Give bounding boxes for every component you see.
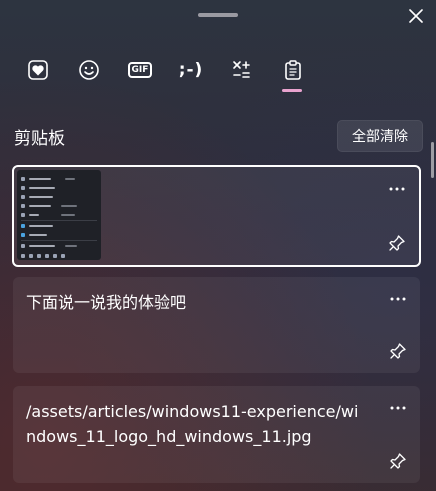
scrollbar[interactable] bbox=[431, 142, 434, 178]
more-icon bbox=[390, 297, 406, 301]
close-button[interactable] bbox=[404, 4, 428, 28]
tab-clipboard[interactable] bbox=[275, 52, 311, 88]
more-icon bbox=[389, 187, 405, 191]
tab-symbols[interactable] bbox=[224, 52, 260, 88]
pin-icon bbox=[390, 343, 406, 359]
pin-icon bbox=[390, 453, 406, 469]
kaomoji-icon: ;-) bbox=[178, 60, 204, 80]
more-options-button[interactable] bbox=[386, 289, 410, 309]
clipboard-item-text-content: /assets/articles/windows11-experience/wi… bbox=[26, 402, 359, 446]
tab-gif[interactable]: GIF bbox=[122, 52, 158, 88]
drag-handle[interactable] bbox=[198, 13, 238, 17]
tab-emoji[interactable] bbox=[71, 52, 107, 88]
close-icon bbox=[409, 9, 423, 23]
more-icon bbox=[390, 406, 406, 410]
pin-button[interactable] bbox=[386, 449, 410, 473]
gif-icon: GIF bbox=[127, 62, 153, 78]
clear-all-button[interactable]: 全部清除 bbox=[337, 120, 423, 152]
emoji-clipboard-panel: GIF ;-) 剪贴板 全部清除 下面说一说我的体验吧 /assets/arti… bbox=[0, 0, 436, 491]
clipboard-item-text[interactable]: 下面说一说我的体验吧 bbox=[13, 277, 420, 373]
section-title: 剪贴板 bbox=[14, 129, 65, 149]
active-tab-indicator bbox=[282, 89, 302, 92]
pin-icon bbox=[389, 235, 405, 251]
tab-kaomoji[interactable]: ;-) bbox=[173, 52, 209, 88]
clipboard-item-text-content: 下面说一说我的体验吧 bbox=[26, 293, 187, 312]
symbols-icon bbox=[233, 61, 250, 78]
more-options-button[interactable] bbox=[386, 398, 410, 418]
smiley-icon bbox=[79, 60, 99, 80]
pin-button[interactable] bbox=[385, 231, 409, 255]
pin-button[interactable] bbox=[386, 339, 410, 363]
clipboard-item-text[interactable]: /assets/articles/windows11-experience/wi… bbox=[13, 386, 420, 483]
clipboard-item-image[interactable] bbox=[12, 165, 421, 267]
screenshot-thumbnail bbox=[17, 170, 101, 260]
clipboard-icon bbox=[285, 60, 301, 80]
heart-icon bbox=[28, 60, 48, 80]
more-options-button[interactable] bbox=[385, 179, 409, 199]
tab-favorites[interactable] bbox=[20, 52, 56, 88]
